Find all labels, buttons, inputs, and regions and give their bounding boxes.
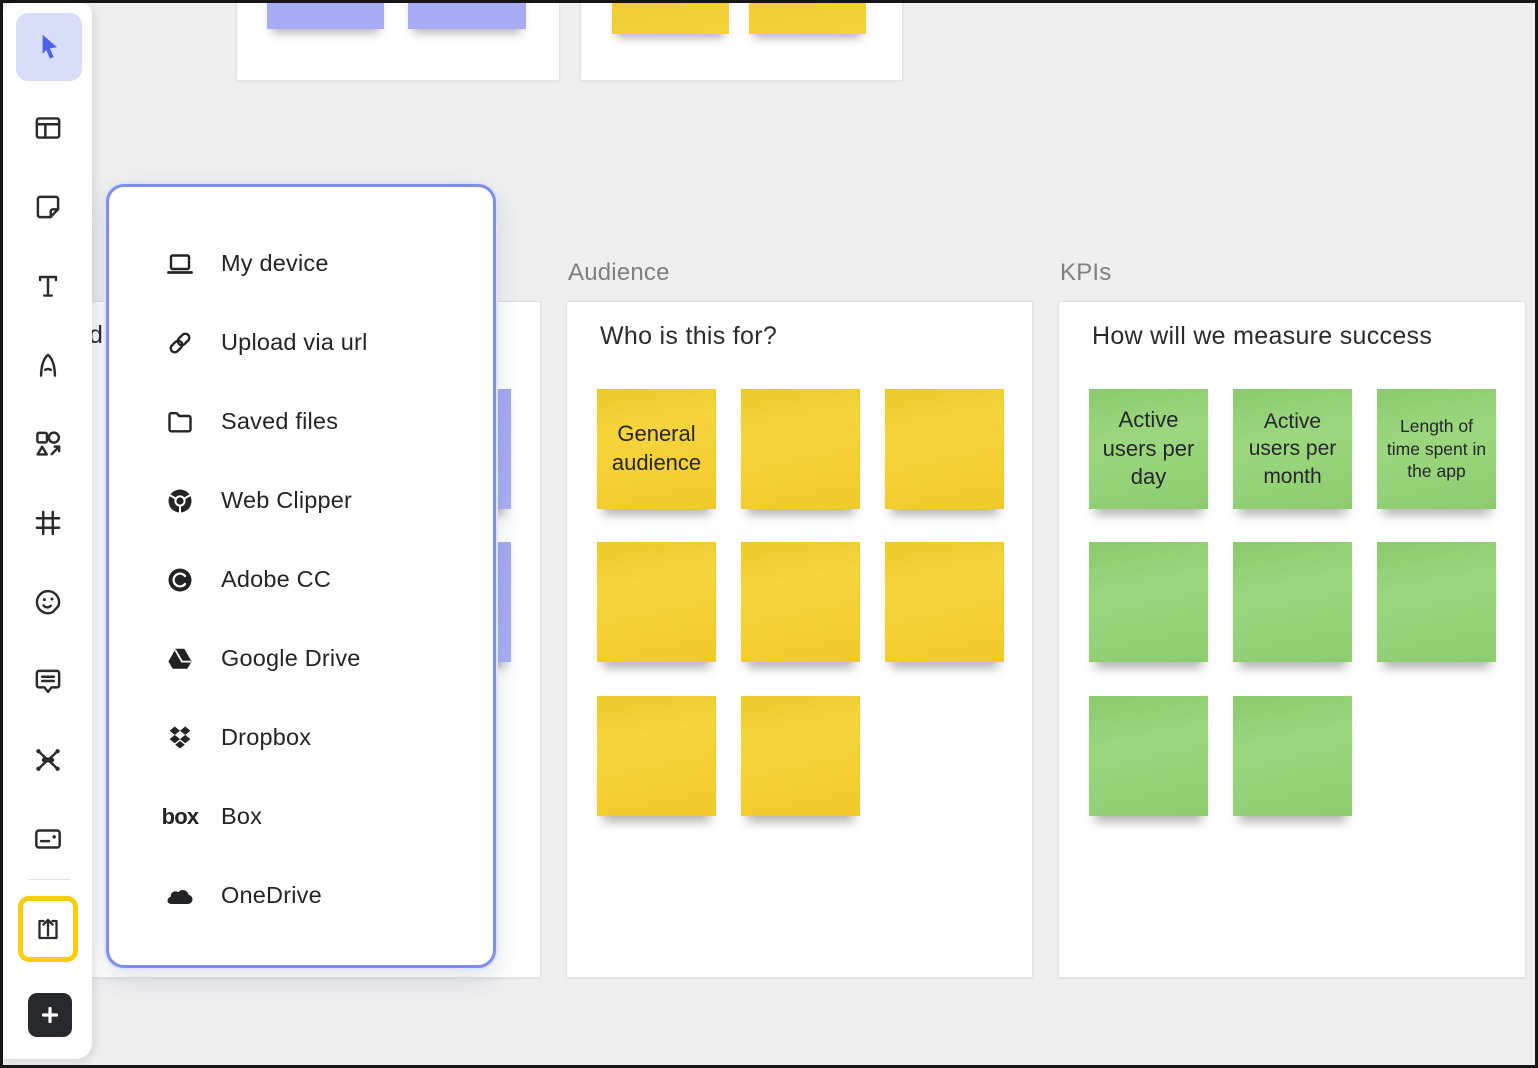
connector-icon [31,743,65,777]
tools-sidebar [3,3,92,1059]
frame-top-left-partial[interactable] [236,0,560,81]
sticky-note[interactable] [885,389,1004,509]
sticky-note[interactable] [741,389,860,509]
sticky-note[interactable] [408,0,526,29]
menu-item-label: Saved files [221,408,338,435]
sticky-note[interactable]: Active users per day [1089,389,1208,509]
plus-icon [34,999,66,1031]
comment-tool-button[interactable] [19,652,77,710]
sticky-note[interactable] [1233,542,1352,662]
templates-tool-button[interactable] [19,99,77,157]
sticky-note-text: Active users per day [1096,406,1201,492]
more-apps-button[interactable] [28,993,72,1037]
toolbar-divider [28,879,70,880]
sticky-note[interactable] [1233,696,1352,816]
adobe-cc-icon [163,563,197,597]
comment-icon [31,664,65,698]
pen-icon [31,348,65,382]
menu-item-upload-via-url[interactable]: Upload via url [109,303,493,382]
chrome-icon [163,484,197,518]
sticky-note[interactable] [741,696,860,816]
menu-item-web-clipper[interactable]: Web Clipper [109,461,493,540]
card-tool-button[interactable] [19,810,77,868]
sticky-note-icon [31,190,65,224]
frame-audience[interactable]: Who is this for? General audience [566,301,1033,978]
shapes-icon [31,427,65,461]
sticky-note[interactable] [1377,542,1496,662]
sticky-note[interactable] [267,0,384,29]
frame-tool-button[interactable] [19,494,77,552]
frame-kpis[interactable]: How will we measure success Active users… [1058,301,1526,978]
laptop-icon [163,247,197,281]
sticky-note-tool-button[interactable] [19,178,77,236]
menu-item-label: Upload via url [221,329,368,356]
sticky-note-text: Active users per month [1240,408,1345,490]
text-icon [31,269,65,303]
frame-icon [31,506,65,540]
menu-item-onedrive[interactable]: OneDrive [109,856,493,935]
box-icon: box [163,800,197,834]
sticky-note[interactable] [612,0,729,34]
upload-tool-button[interactable] [18,896,78,962]
menu-item-box[interactable]: box Box [109,777,493,856]
shapes-tool-button[interactable] [19,415,77,473]
menu-item-saved-files[interactable]: Saved files [109,382,493,461]
frame-title-audience[interactable]: Audience [568,259,670,287]
menu-item-label: Web Clipper [221,487,352,514]
sticky-note-text: General audience [604,420,709,477]
card-icon [31,822,65,856]
text-tool-button[interactable] [19,257,77,315]
upload-icon [32,913,64,945]
menu-item-label: Dropbox [221,724,311,751]
menu-item-dropbox[interactable]: Dropbox [109,698,493,777]
sticky-note[interactable] [597,542,716,662]
templates-icon [31,111,65,145]
menu-item-label: Google Drive [221,645,361,672]
frame-top-right-partial[interactable] [580,0,903,81]
sticky-note[interactable] [1089,696,1208,816]
onedrive-icon [163,879,197,913]
sticky-note[interactable]: Length of time spent in the app [1377,389,1496,509]
whiteboard-app-screen: d Audience Who is this for? General audi… [0,0,1538,1068]
cursor-icon [32,30,66,64]
sticky-note[interactable] [1089,542,1208,662]
menu-item-google-drive[interactable]: Google Drive [109,619,493,698]
google-drive-icon [163,642,197,676]
sticky-note[interactable]: General audience [597,389,716,509]
pen-tool-button[interactable] [19,336,77,394]
folder-icon [163,405,197,439]
menu-item-label: OneDrive [221,882,322,909]
link-icon [163,326,197,360]
menu-item-adobe-cc[interactable]: Adobe CC [109,540,493,619]
kpis-heading[interactable]: How will we measure success [1092,322,1432,351]
connector-tool-button[interactable] [19,731,77,789]
menu-item-label: Box [221,803,262,830]
sticker-icon [31,585,65,619]
menu-item-label: Adobe CC [221,566,331,593]
sticky-note[interactable] [749,0,866,34]
dropbox-icon [163,721,197,755]
upload-menu-popup: My device Upload via url Saved files Web… [106,184,496,968]
sticky-note[interactable]: Active users per month [1233,389,1352,509]
menu-item-my-device[interactable]: My device [109,224,493,303]
sticker-tool-button[interactable] [19,573,77,631]
select-tool-button[interactable] [16,13,82,81]
sticky-note[interactable] [597,696,716,816]
sticky-note[interactable] [741,542,860,662]
menu-item-label: My device [221,250,329,277]
audience-heading[interactable]: Who is this for? [600,322,777,351]
sticky-note-text: Length of time spent in the app [1384,415,1489,483]
sticky-note[interactable] [885,542,1004,662]
frame-title-kpis[interactable]: KPIs [1060,259,1111,287]
